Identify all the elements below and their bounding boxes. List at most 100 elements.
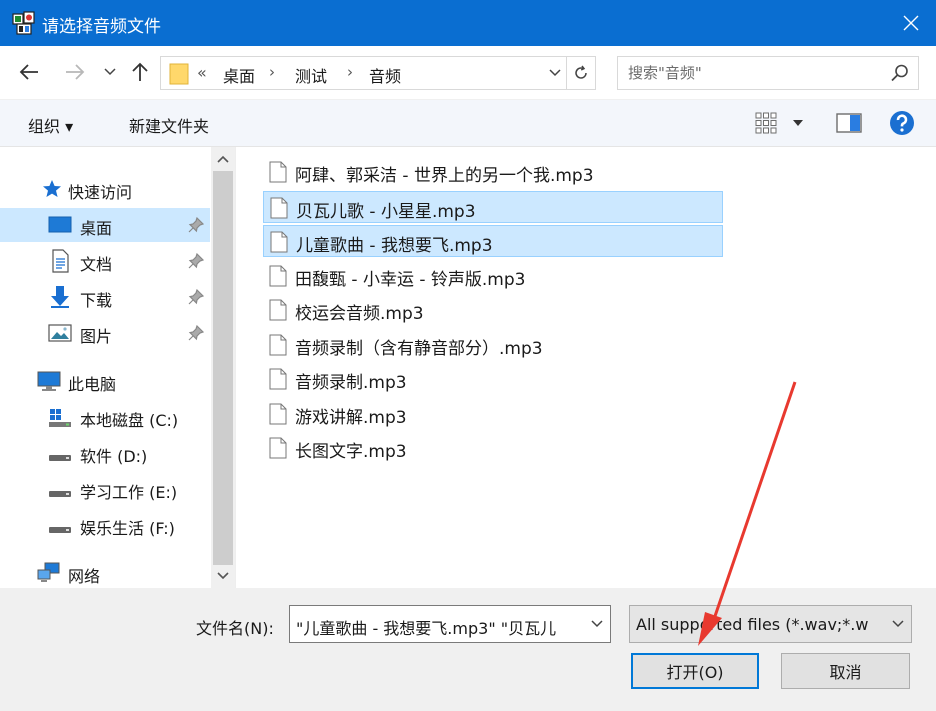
back-button[interactable] — [16, 60, 42, 84]
organize-menu[interactable]: 组织 ▾ — [28, 113, 73, 137]
file-name: 田馥甄 - 小幸运 - 铃声版.mp3 — [295, 270, 526, 290]
search-input[interactable] — [628, 62, 878, 84]
navigation-pane: 快速访问 桌面 文档 下载 图片 此电脑 本地磁盘 (C:) 软件 (D:) 学… — [0, 147, 236, 588]
drive-icon — [49, 527, 71, 533]
address-bar[interactable]: « 桌面 › 测试 › 音频 — [160, 56, 596, 90]
close-button[interactable] — [886, 0, 936, 46]
document-icon — [52, 249, 69, 273]
drive-icon — [49, 455, 71, 461]
breadcrumb-test[interactable]: 测试 — [295, 63, 327, 87]
arrow-left-icon — [19, 64, 38, 80]
download-icon — [51, 286, 69, 308]
drive-icon — [49, 491, 71, 497]
sidebar-item-quick-access[interactable]: 快速访问 — [0, 172, 210, 206]
arrow-up-icon — [132, 62, 148, 81]
file-name: 儿童歌曲 - 我想要飞.mp3 — [296, 236, 493, 256]
file-type-select[interactable]: All supported files (*.wav;*.w — [629, 605, 912, 643]
sidebar-item-label: 娱乐生活 (F:) — [80, 519, 175, 538]
sidebar-item-this-pc[interactable]: 此电脑 — [0, 364, 210, 398]
sidebar-item-drive-d[interactable]: 软件 (D:) — [0, 436, 210, 470]
file-name: 阿肆、郭采洁 - 世界上的另一个我.mp3 — [295, 166, 594, 186]
chevron-right-icon[interactable]: › — [347, 63, 353, 81]
chevron-up-icon — [217, 155, 229, 163]
file-item[interactable]: 音频录制（含有静音部分）.mp3 — [263, 329, 723, 361]
view-options-button[interactable] — [752, 110, 780, 136]
computer-icon — [37, 371, 61, 391]
grid-view-icon — [755, 112, 777, 134]
file-type-dropdown-button[interactable] — [885, 606, 911, 642]
arrow-right-icon — [66, 64, 85, 80]
window-title: 请选择音频文件 — [42, 17, 161, 37]
sidebar-item-drive-e[interactable]: 学习工作 (E:) — [0, 472, 210, 506]
sidebar-item-label: 图片 — [80, 327, 113, 346]
sidebar-item-drive-f[interactable]: 娱乐生活 (F:) — [0, 508, 210, 542]
sidebar-item-desktop[interactable]: 桌面 — [0, 208, 210, 242]
filename-value[interactable]: "儿童歌曲 - 我想要飞.mp3" "贝瓦儿 — [296, 615, 580, 639]
address-dropdown-button[interactable] — [544, 57, 566, 89]
file-icon — [270, 197, 288, 219]
app-icon — [12, 11, 35, 35]
file-icon — [269, 299, 287, 321]
chevron-right-icon[interactable]: › — [269, 63, 275, 81]
file-icon — [269, 437, 287, 459]
desktop-icon — [48, 216, 72, 233]
file-name: 音频录制（含有静音部分）.mp3 — [295, 339, 543, 359]
pictures-icon — [48, 324, 72, 342]
scrollbar-thumb[interactable] — [213, 171, 233, 565]
filename-dropdown-button[interactable] — [584, 606, 610, 642]
file-item[interactable]: 校运会音频.mp3 — [263, 294, 723, 326]
file-item-selected[interactable]: 贝瓦儿歌 - 小星星.mp3 — [263, 191, 723, 223]
sidebar-item-label: 文档 — [80, 255, 113, 274]
cancel-button[interactable]: 取消 — [781, 653, 910, 689]
scroll-up-button[interactable] — [211, 147, 235, 171]
file-item[interactable]: 田馥甄 - 小幸运 - 铃声版.mp3 — [263, 260, 723, 292]
folder-icon — [169, 63, 189, 85]
recent-locations-button[interactable] — [100, 60, 120, 84]
pin-icon — [188, 325, 204, 341]
open-button[interactable]: 打开(O) — [631, 653, 759, 689]
file-item[interactable]: 游戏讲解.mp3 — [263, 398, 723, 430]
sidebar-item-label: 本地磁盘 (C:) — [80, 411, 179, 430]
sidebar-scrollbar[interactable] — [211, 147, 235, 588]
scroll-down-button[interactable] — [211, 564, 235, 588]
file-item[interactable]: 阿肆、郭采洁 - 世界上的另一个我.mp3 — [263, 156, 723, 188]
sidebar-item-documents[interactable]: 文档 — [0, 244, 210, 278]
navigation-bar: « 桌面 › 测试 › 音频 — [0, 46, 936, 100]
chevron-down-icon — [892, 620, 904, 628]
file-item[interactable]: 音频录制.mp3 — [263, 363, 723, 395]
sidebar-item-downloads[interactable]: 下载 — [0, 280, 210, 314]
refresh-button[interactable] — [566, 57, 595, 89]
file-name: 贝瓦儿歌 - 小星星.mp3 — [296, 202, 476, 222]
sidebar-item-label: 此电脑 — [68, 375, 117, 394]
sidebar-item-label: 下载 — [80, 291, 113, 310]
file-item-selected[interactable]: 儿童歌曲 - 我想要飞.mp3 — [263, 225, 723, 257]
pin-icon — [188, 289, 204, 305]
file-icon — [269, 265, 287, 287]
breadcrumb-desktop[interactable]: 桌面 — [223, 63, 255, 87]
sidebar-item-network[interactable]: 网络 — [0, 556, 210, 588]
up-button[interactable] — [128, 60, 152, 84]
file-name: 游戏讲解.mp3 — [295, 408, 407, 428]
file-type-value: All supported files (*.wav;*.w — [636, 615, 869, 634]
chevron-down-icon — [591, 620, 603, 628]
new-folder-button[interactable]: 新建文件夹 — [129, 113, 209, 137]
sidebar-item-label: 桌面 — [80, 219, 113, 238]
sidebar-item-label: 软件 (D:) — [80, 447, 148, 466]
preview-pane-button[interactable] — [834, 110, 864, 136]
file-item[interactable]: 长图文字.mp3 — [263, 432, 723, 464]
forward-button[interactable] — [62, 60, 88, 84]
search-box[interactable] — [617, 56, 919, 90]
sidebar-item-drive-c[interactable]: 本地磁盘 (C:) — [0, 400, 210, 434]
breadcrumb-overflow[interactable]: « — [197, 63, 207, 82]
help-button[interactable] — [889, 110, 915, 136]
breadcrumb-audio[interactable]: 音频 — [369, 63, 401, 87]
filename-label: 文件名(N): — [196, 619, 274, 638]
search-icon[interactable] — [890, 63, 910, 83]
close-icon — [903, 15, 919, 31]
view-dropdown-button[interactable] — [788, 110, 808, 136]
filename-field[interactable]: "儿童歌曲 - 我想要飞.mp3" "贝瓦儿 — [289, 605, 611, 643]
file-icon — [269, 368, 287, 390]
help-icon — [890, 111, 914, 135]
sidebar-item-pictures[interactable]: 图片 — [0, 316, 210, 350]
file-icon — [269, 161, 287, 183]
